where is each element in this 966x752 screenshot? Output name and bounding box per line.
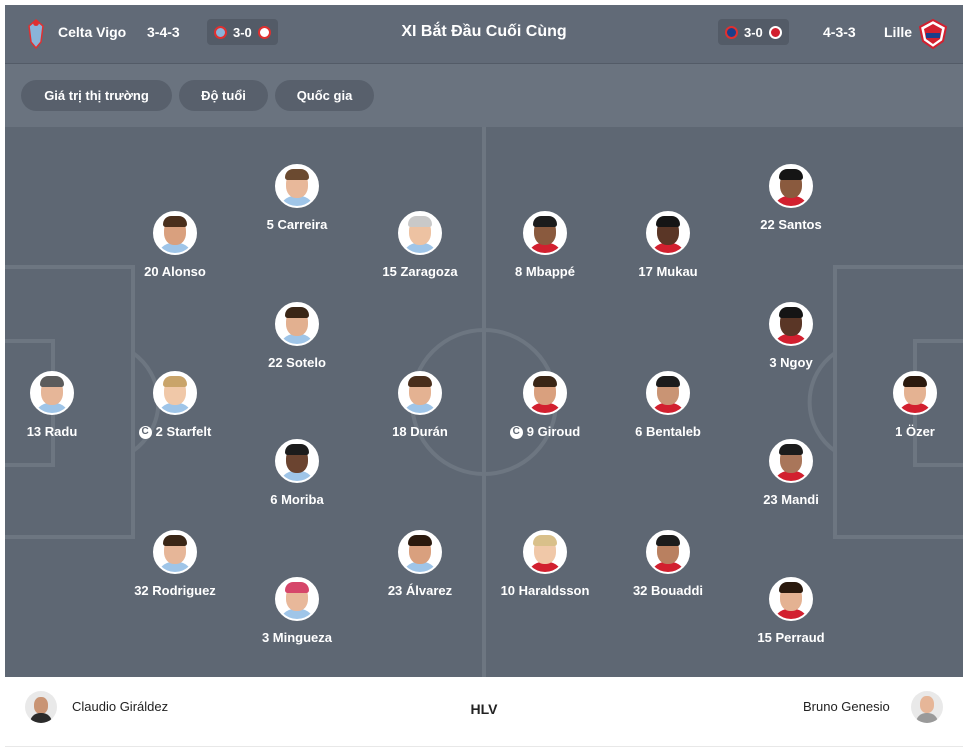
player-label: 10 Haraldsson xyxy=(500,583,590,598)
player-label: 9 Giroud xyxy=(526,424,581,439)
home-player-6-moriba[interactable]: 6 Moriba xyxy=(232,439,362,508)
player-avatar[interactable] xyxy=(275,439,319,483)
player-label: 1 Özer xyxy=(895,424,935,439)
player-avatar[interactable] xyxy=(769,164,813,208)
captain-icon: C xyxy=(509,425,523,439)
player-avatar[interactable] xyxy=(398,371,442,415)
away-player-10-haraldsson[interactable]: 10 Haraldsson xyxy=(480,530,610,599)
captain-icon: C xyxy=(138,425,152,439)
player-avatar[interactable] xyxy=(646,530,690,574)
player-avatar[interactable] xyxy=(153,371,197,415)
away-player-1-ozer[interactable]: 1 Özer xyxy=(850,371,963,440)
player-avatar[interactable] xyxy=(30,371,74,415)
player-avatar[interactable] xyxy=(275,164,319,208)
player-label: 6 Moriba xyxy=(270,492,324,507)
away-formation: 4-3-3 xyxy=(823,24,856,40)
home-player-2-starfelt[interactable]: C2 Starfelt xyxy=(110,371,240,440)
player-label: 3 Mingueza xyxy=(261,630,333,645)
player-label: 23 Mandi xyxy=(763,492,819,507)
player-avatar[interactable] xyxy=(398,530,442,574)
home-player-20-alonso[interactable]: 20 Alonso xyxy=(110,211,240,280)
player-label: 6 Bentaleb xyxy=(635,424,701,439)
player-label: 23 Álvarez xyxy=(387,583,453,598)
away-player-6-bentaleb[interactable]: 6 Bentaleb xyxy=(603,371,733,440)
filter-country-button[interactable]: Quốc gia xyxy=(275,80,374,111)
player-label: 17 Mukau xyxy=(638,264,698,279)
player-label: 8 Mbappé xyxy=(515,264,575,279)
player-avatar[interactable] xyxy=(769,577,813,621)
lineup-card: Celta Vigo 3-4-3 3-0 XI Bắt Đầu Cuối Cùn… xyxy=(5,5,963,747)
away-team-name[interactable]: Lille xyxy=(884,22,912,42)
away-player-3-ngoy[interactable]: 3 Ngoy xyxy=(726,302,856,371)
home-player-22-sotelo[interactable]: 22 Sotelo xyxy=(232,302,362,371)
player-avatar[interactable] xyxy=(893,371,937,415)
away-player-23-mandi[interactable]: 23 Mandi xyxy=(726,439,856,508)
player-avatar[interactable] xyxy=(523,371,567,415)
away-player-32-bouaddi[interactable]: 32 Bouaddi xyxy=(603,530,733,599)
player-avatar[interactable] xyxy=(646,371,690,415)
player-label: 32 Bouaddi xyxy=(632,583,704,598)
player-label: 5 Carreira xyxy=(266,217,328,232)
away-last-score: 3-0 xyxy=(744,24,763,40)
away-player-17-mukau[interactable]: 17 Mukau xyxy=(603,211,733,280)
lineup-header: Celta Vigo 3-4-3 3-0 XI Bắt Đầu Cuối Cùn… xyxy=(5,5,963,64)
away-coach-avatar[interactable] xyxy=(911,691,943,723)
home-player-18-duran[interactable]: 18 Durán xyxy=(355,371,485,440)
player-avatar[interactable] xyxy=(398,211,442,255)
filter-age-button[interactable]: Độ tuổi xyxy=(179,80,268,111)
player-avatar[interactable] xyxy=(275,302,319,346)
player-avatar[interactable] xyxy=(153,530,197,574)
player-avatar[interactable] xyxy=(523,530,567,574)
away-player-22-santos[interactable]: 22 Santos xyxy=(726,164,856,233)
home-player-15-zaragoza[interactable]: 15 Zaragoza xyxy=(355,211,485,280)
player-label: 15 Perraud xyxy=(757,630,825,645)
away-player-9-giroud[interactable]: C9 Giroud xyxy=(480,371,610,440)
pitch: 5 Carreira 20 Alonso 15 Zaragoza 22 Sotelo 1… xyxy=(5,127,963,677)
player-label: 32 Rodriguez xyxy=(134,583,216,598)
home-player-5-carreira[interactable]: 5 Carreira xyxy=(232,164,362,233)
filter-market-value-button[interactable]: Giá trị thị trường xyxy=(21,80,172,111)
away-player-15-perraud[interactable]: 15 Perraud xyxy=(726,577,856,646)
coaches-row: Claudio Giráldez HLV Bruno Genesio xyxy=(5,677,963,747)
player-avatar[interactable] xyxy=(523,211,567,255)
player-label: 22 Santos xyxy=(760,217,822,232)
away-player-8-mbappe[interactable]: 8 Mbappé xyxy=(480,211,610,280)
lille-crest-icon xyxy=(919,19,947,49)
player-avatar[interactable] xyxy=(275,577,319,621)
player-avatar[interactable] xyxy=(769,302,813,346)
page-title: XI Bắt Đầu Cuối Cùng xyxy=(401,23,567,40)
home-player-32-rodriguez[interactable]: 32 Rodriguez xyxy=(110,530,240,599)
away-coach-name[interactable]: Bruno Genesio xyxy=(803,699,890,715)
player-label: 3 Ngoy xyxy=(769,355,813,370)
player-label: 2 Starfelt xyxy=(155,424,212,439)
away-last-match-badge[interactable]: 3-0 xyxy=(718,19,789,45)
player-avatar[interactable] xyxy=(646,211,690,255)
player-label: 13 Radu xyxy=(26,424,78,439)
filter-bar: Giá trị thị trường Độ tuổi Quốc gia xyxy=(5,64,963,127)
home-player-13-radu[interactable]: 13 Radu xyxy=(5,371,117,440)
lille-mini-crest-icon xyxy=(768,25,782,39)
psg-mini-crest-icon xyxy=(725,25,738,39)
home-player-3-mingueza[interactable]: 3 Mingueza xyxy=(232,577,362,646)
player-label: 22 Sotelo xyxy=(268,355,326,370)
player-label: 15 Zaragoza xyxy=(382,264,458,279)
player-avatar[interactable] xyxy=(153,211,197,255)
player-label: 18 Durán xyxy=(392,424,448,439)
player-label: 20 Alonso xyxy=(144,264,206,279)
player-avatar[interactable] xyxy=(769,439,813,483)
home-player-23-alvarez[interactable]: 23 Álvarez xyxy=(355,530,485,599)
